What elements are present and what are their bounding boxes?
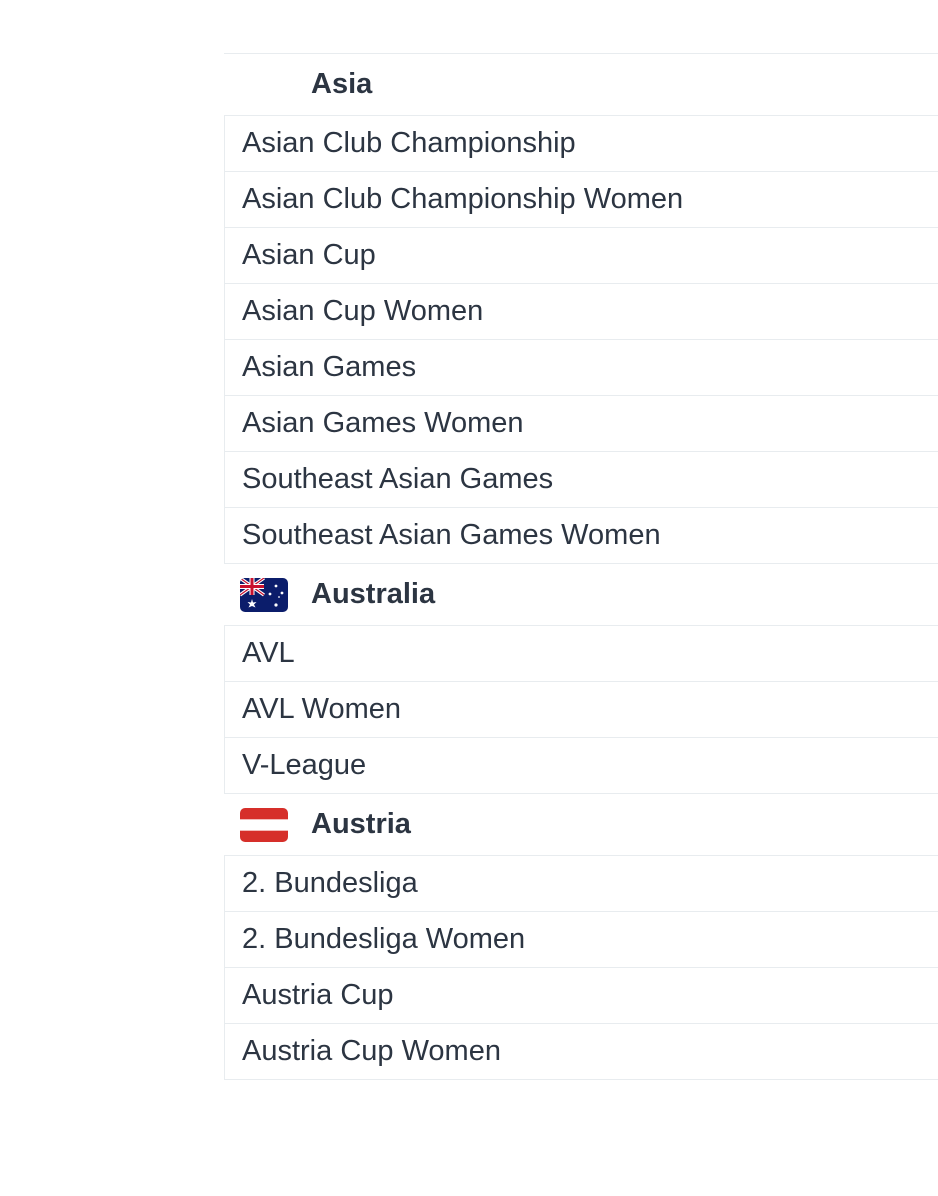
list-item-label: Southeast Asian Games <box>242 463 554 495</box>
list-item[interactable]: Asian Games <box>224 340 938 396</box>
list-item-label: Asian Games Women <box>242 407 524 439</box>
list-item-label: 2. Bundesliga <box>242 867 418 899</box>
australia-flag-icon <box>240 577 288 612</box>
group-title: Austria <box>311 808 411 840</box>
group-header-australia: Australia <box>224 564 938 626</box>
list-item-label: AVL Women <box>242 693 402 725</box>
list-item-label: Austria Cup <box>242 979 394 1011</box>
list-item-label: Austria Cup Women <box>242 1035 501 1067</box>
group-title: Australia <box>311 578 436 610</box>
group-header-austria: Austria <box>224 794 938 856</box>
list-item-label: Asian Club Championship Women <box>242 183 684 215</box>
list-item-label: Asian Club Championship <box>242 127 576 159</box>
list-item[interactable]: Southeast Asian Games Women <box>224 508 938 564</box>
group-title: Asia <box>311 68 373 100</box>
austria-flag-icon <box>240 807 288 842</box>
list-item[interactable]: Austria Cup Women <box>224 1024 938 1080</box>
list-item[interactable]: AVL <box>224 626 938 682</box>
list-item[interactable]: Asian Cup <box>224 228 938 284</box>
list-item-label: Southeast Asian Games Women <box>242 519 661 551</box>
list-item[interactable]: AVL Women <box>224 682 938 738</box>
list-item-label: Asian Cup <box>242 239 376 271</box>
group-header-asia: Asia <box>224 54 938 116</box>
list-item[interactable]: Asian Club Championship Women <box>224 172 938 228</box>
list-item[interactable]: Southeast Asian Games <box>224 452 938 508</box>
list-item-label: V-League <box>242 749 367 781</box>
list-item[interactable]: Asian Cup Women <box>224 284 938 340</box>
list-item[interactable]: 2. Bundesliga <box>224 856 938 912</box>
list-item-label: Asian Games <box>242 351 417 383</box>
list-item-label: 2. Bundesliga Women <box>242 923 526 955</box>
list-item[interactable]: V-League <box>224 738 938 794</box>
list-item[interactable]: 2. Bundesliga Women <box>224 912 938 968</box>
list-item[interactable]: Asian Club Championship <box>224 116 938 172</box>
list-item[interactable]: Asian Games Women <box>224 396 938 452</box>
league-list: Asia Asian Club Championship Asian Club … <box>224 53 938 1080</box>
list-item-label: Asian Cup Women <box>242 295 484 327</box>
list-item[interactable]: Austria Cup <box>224 968 938 1024</box>
list-item-label: AVL <box>242 637 295 669</box>
